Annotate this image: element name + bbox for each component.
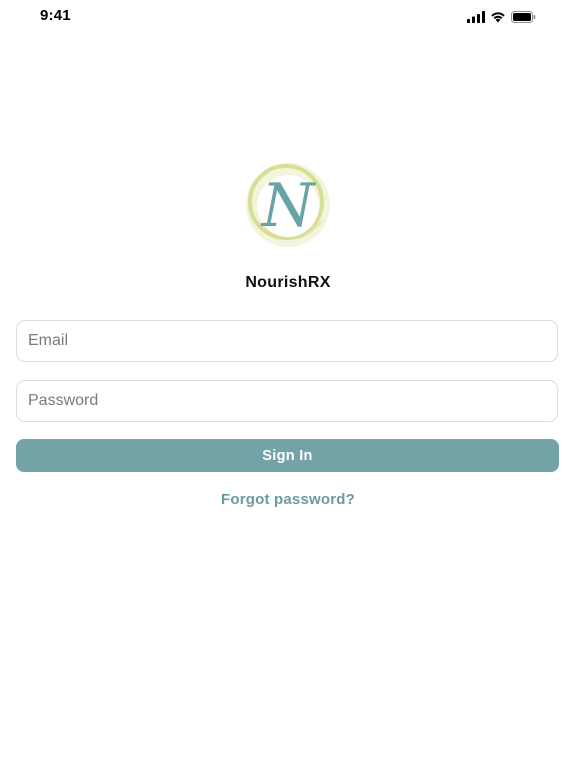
sign-in-button[interactable]: Sign In xyxy=(16,439,559,472)
battery-icon xyxy=(511,10,536,28)
status-bar: 9:41 xyxy=(0,0,576,34)
login-screen: 9:41 N NourishRX Email Sign In Forgot pa… xyxy=(0,0,576,768)
email-field[interactable] xyxy=(16,320,558,362)
app-name: NourishRX xyxy=(245,274,331,291)
logo-letter: N xyxy=(260,171,317,241)
forgot-password-link[interactable]: Forgot password? xyxy=(0,491,576,508)
cellular-signal-icon xyxy=(467,10,485,28)
status-time: 9:41 xyxy=(40,7,71,24)
app-logo: N xyxy=(242,160,334,250)
status-icons xyxy=(467,10,536,28)
password-field[interactable] xyxy=(16,380,558,422)
wifi-icon xyxy=(490,10,506,28)
